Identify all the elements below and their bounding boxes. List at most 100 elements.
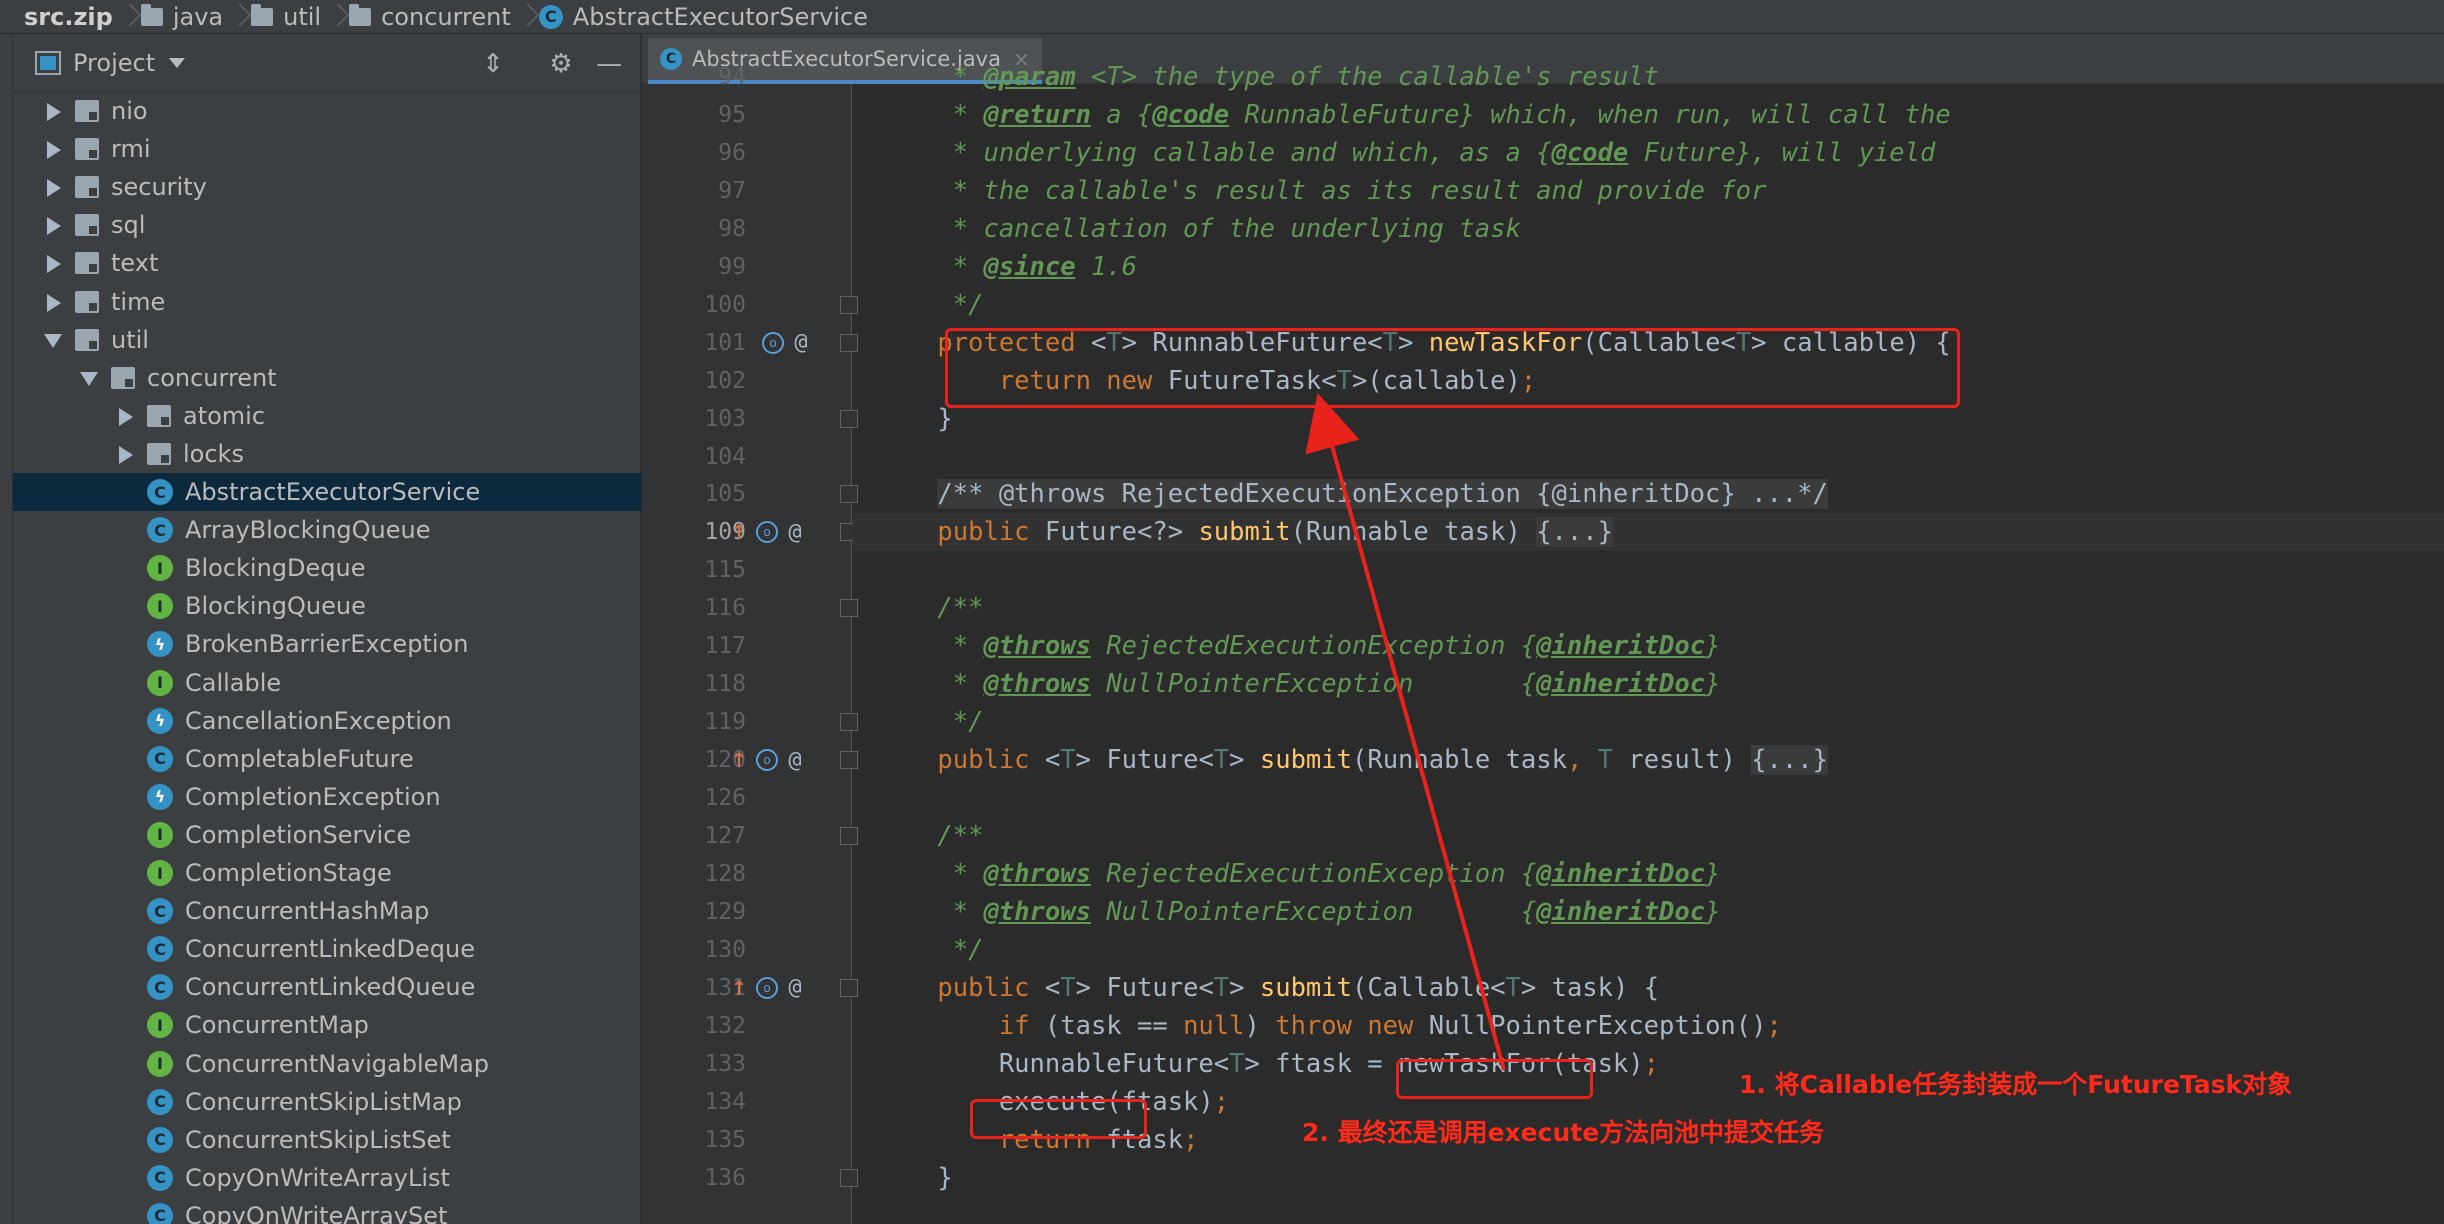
- tree-item-completionstage[interactable]: I CompletionStage: [13, 854, 641, 892]
- tree-item-label: ConcurrentMap: [185, 1011, 369, 1040]
- tool-window-strip: [0, 34, 13, 1224]
- tree-item-util[interactable]: util: [13, 321, 641, 359]
- breadcrumb-java[interactable]: java: [133, 0, 229, 34]
- project-panel-title[interactable]: Project: [73, 49, 155, 77]
- expand-arrow-right-icon[interactable]: [115, 406, 135, 426]
- tree-item-label: concurrent: [147, 363, 277, 392]
- tree-item-text[interactable]: text: [13, 244, 641, 282]
- expand-arrow-right-icon[interactable]: [115, 444, 135, 464]
- tree-item-concurrentmap[interactable]: I ConcurrentMap: [13, 1006, 641, 1044]
- class-icon: C: [147, 517, 173, 544]
- tree-item-copyonwritearraylist[interactable]: C CopyOnWriteArrayList: [13, 1159, 641, 1197]
- tree-item-label: CancellationException: [185, 706, 452, 735]
- tree-item-blockingqueue[interactable]: I BlockingQueue: [13, 587, 641, 625]
- tree-item-abstractexecutorservice[interactable]: C AbstractExecutorService: [13, 473, 641, 511]
- package-icon: [147, 404, 171, 427]
- folder-icon: [140, 3, 163, 26]
- tree-item-security[interactable]: security: [13, 168, 641, 206]
- tree-item-nio[interactable]: nio: [13, 92, 641, 130]
- project-panel: Project ⇕ ⚙ — nio rmi security sql text time u…: [13, 34, 641, 1224]
- tree-item-cancellationexception[interactable]: ϟ CancellationException: [13, 702, 641, 740]
- folder-icon: [251, 3, 274, 26]
- tree-item-completionexception[interactable]: ϟ CompletionException: [13, 778, 641, 816]
- package-icon: [75, 176, 99, 199]
- class-icon: C: [147, 936, 173, 963]
- exception-icon: ϟ: [147, 783, 173, 810]
- tree-item-copyonwritearrayset[interactable]: C CopyOnWriteArraySet: [13, 1197, 641, 1224]
- breadcrumb-src-zip[interactable]: src.zip: [0, 0, 119, 34]
- tree-item-rmi[interactable]: rmi: [13, 130, 641, 168]
- package-icon: [75, 328, 99, 351]
- annotation-note-2: 2. 最终还是调用execute方法向池中提交任务: [1302, 1118, 1825, 1147]
- expand-arrow-down-icon[interactable]: [43, 330, 63, 350]
- tree-item-completablefuture[interactable]: C CompletableFuture: [13, 740, 641, 778]
- tree-item-locks[interactable]: locks: [13, 435, 641, 473]
- package-icon: [75, 100, 99, 122]
- tree-item-label: BlockingDeque: [185, 554, 366, 583]
- breadcrumb-abstractexecutorservice[interactable]: C AbstractExecutorService: [531, 0, 874, 34]
- tree-item-concurrenthashmap[interactable]: C ConcurrentHashMap: [13, 892, 641, 930]
- interface-icon: I: [147, 669, 173, 696]
- interface-icon: I: [147, 555, 173, 582]
- breadcrumb-label: AbstractExecutorService: [572, 2, 868, 31]
- tree-item-concurrentlinkedqueue[interactable]: C ConcurrentLinkedQueue: [13, 968, 641, 1006]
- tree-item-callable[interactable]: I Callable: [13, 664, 641, 702]
- tree-item-arrayblockingqueue[interactable]: C ArrayBlockingQueue: [13, 511, 641, 549]
- package-icon: [75, 214, 99, 237]
- tree-item-concurrentskiplistset[interactable]: C ConcurrentSkipListSet: [13, 1121, 641, 1159]
- expand-arrow-right-icon[interactable]: [43, 139, 63, 160]
- tree-item-label: ConcurrentLinkedQueue: [185, 973, 476, 1002]
- breadcrumb-label: java: [172, 2, 224, 31]
- tree-item-label: CopyOnWriteArraySet: [185, 1201, 448, 1224]
- class-icon: C: [147, 898, 173, 925]
- class-icon: C: [147, 1202, 173, 1224]
- breadcrumb-concurrent[interactable]: concurrent: [341, 0, 517, 34]
- class-icon: C: [147, 974, 173, 1001]
- exception-icon: ϟ: [147, 631, 173, 658]
- tree-item-concurrent[interactable]: concurrent: [13, 359, 641, 397]
- package-icon: [75, 252, 99, 275]
- class-icon: C: [147, 1126, 173, 1153]
- tree-item-concurrentlinkeddeque[interactable]: C ConcurrentLinkedDeque: [13, 930, 641, 968]
- exception-icon: ϟ: [147, 707, 173, 734]
- tree-item-brokenbarrierexception[interactable]: ϟ BrokenBarrierException: [13, 625, 641, 663]
- collapse-all-icon[interactable]: ⇕: [479, 50, 507, 78]
- tree-item-label: ConcurrentLinkedDeque: [185, 935, 475, 964]
- chevron-right-icon: [327, 0, 341, 34]
- code-editor[interactable]: 94 95 96 97 98 99 100 101 o @102 103 104 105 109 ↑ o @11…: [642, 62, 2444, 1224]
- expand-arrow-right-icon[interactable]: [43, 292, 63, 312]
- class-icon: C: [147, 1088, 173, 1115]
- class-icon: C: [538, 4, 563, 29]
- hide-panel-icon[interactable]: —: [595, 50, 623, 78]
- gear-icon[interactable]: ⚙: [547, 50, 575, 78]
- tree-item-concurrentnavigablemap[interactable]: I ConcurrentNavigableMap: [13, 1045, 641, 1083]
- expand-arrow-right-icon[interactable]: [43, 177, 63, 198]
- class-icon: C: [147, 479, 173, 505]
- tree-item-label: ConcurrentSkipListSet: [185, 1125, 451, 1154]
- project-icon: [35, 50, 61, 75]
- project-panel-header: Project ⇕ ⚙ —: [13, 34, 640, 92]
- tree-item-label: util: [111, 325, 149, 354]
- tree-item-sql[interactable]: sql: [13, 206, 641, 244]
- expand-arrow-right-icon[interactable]: [43, 101, 63, 121]
- expand-arrow-right-icon[interactable]: [43, 253, 63, 274]
- expand-arrow-right-icon[interactable]: [43, 215, 63, 236]
- tree-item-label: locks: [183, 439, 244, 468]
- tree-item-atomic[interactable]: atomic: [13, 397, 641, 435]
- package-icon: [111, 366, 135, 389]
- tree-item-label: BrokenBarrierException: [185, 630, 469, 659]
- class-icon: C: [147, 1164, 173, 1191]
- chevron-down-icon[interactable]: [169, 57, 186, 68]
- tree-item-concurrentskiplistmap[interactable]: C ConcurrentSkipListMap: [13, 1083, 641, 1121]
- interface-icon: I: [147, 593, 173, 620]
- tree-item-label: time: [111, 287, 166, 316]
- tree-item-time[interactable]: time: [13, 283, 641, 321]
- interface-icon: I: [147, 1050, 173, 1077]
- tree-item-blockingdeque[interactable]: I BlockingDeque: [13, 549, 641, 587]
- expand-arrow-down-icon[interactable]: [79, 368, 99, 388]
- tree-item-completionservice[interactable]: I CompletionService: [13, 816, 641, 854]
- tree-item-label: rmi: [111, 135, 151, 164]
- tree-item-label: CompletionException: [185, 782, 441, 811]
- tree-item-label: CompletableFuture: [185, 744, 414, 773]
- breadcrumb-util[interactable]: util: [243, 0, 327, 34]
